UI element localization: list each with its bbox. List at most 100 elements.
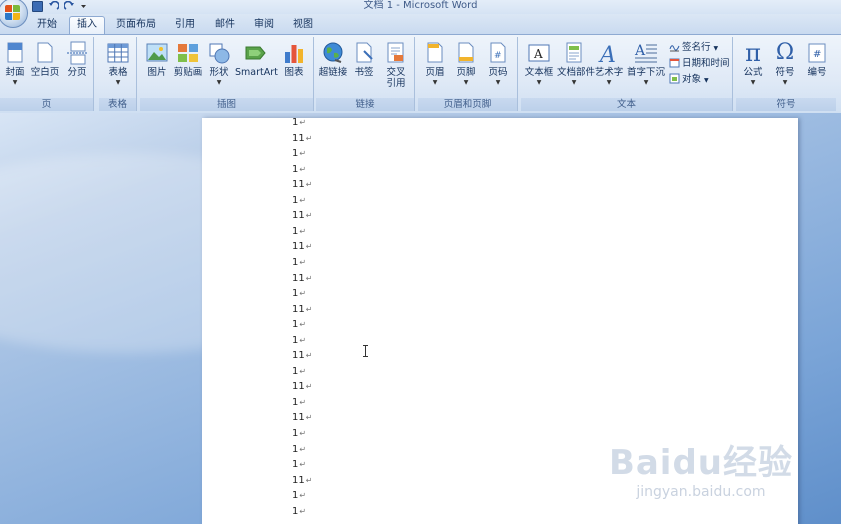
paragraph-mark-icon: ↵ (299, 226, 307, 236)
cross-reference-label: 交叉 引用 (386, 67, 406, 89)
document-line[interactable]: 11↵ (292, 302, 312, 317)
document-line[interactable]: 1↵ (292, 146, 306, 161)
document-line[interactable]: 1↵ (292, 224, 306, 239)
document-line[interactable]: 1↵ (292, 364, 306, 379)
document-line[interactable]: 1↵ (292, 426, 306, 441)
document-line[interactable]: 1↵ (292, 395, 306, 410)
text-box-icon: A (527, 41, 551, 65)
paragraph-mark-icon: ↵ (299, 397, 307, 407)
tab-review[interactable]: 审阅 (247, 17, 281, 34)
document-line[interactable]: 11↵ (292, 271, 312, 286)
group-illustrations: 图片 剪贴画 形状 ▼ SmartArt 图表 插图 (140, 37, 314, 111)
table-button[interactable]: 表格 ▼ (102, 41, 134, 86)
document-line[interactable]: 1↵ (292, 457, 306, 472)
document-line-text: 1 (292, 334, 299, 346)
document-line[interactable]: 1↵ (292, 162, 306, 177)
shapes-button[interactable]: 形状 ▼ (206, 41, 232, 86)
omega-icon: Ω (775, 40, 795, 65)
tab-references[interactable]: 引用 (168, 17, 202, 34)
cross-reference-button[interactable]: 交叉 引用 (380, 41, 412, 89)
chart-icon (282, 41, 306, 65)
group-label-symbols: 符号 (736, 98, 836, 111)
paragraph-mark-icon: ↵ (299, 335, 307, 345)
dropdown-arrow-icon: ▼ (571, 79, 577, 86)
tab-insert[interactable]: 插入 (69, 16, 105, 34)
document-line-text: 1 (292, 288, 299, 300)
document-line-text: 1 (292, 505, 299, 517)
document-line[interactable]: 11↵ (292, 131, 312, 146)
tab-mailings[interactable]: 邮件 (208, 17, 242, 34)
picture-button[interactable]: 图片 (143, 41, 171, 79)
document-line[interactable]: 11↵ (292, 177, 312, 192)
ribbon: 封面 ▼ 空白页 分页 页 表格 ▼ 表格 图片 剪贴画 形状 ▼ SmartA… (0, 34, 841, 114)
drop-cap-icon: A (634, 41, 658, 65)
document-line-text: 1 (292, 225, 299, 237)
table-icon (106, 41, 130, 65)
document-line-text: 11 (292, 350, 305, 362)
date-time-button[interactable]: 日期和时间 (669, 57, 730, 71)
tab-page-layout[interactable]: 页面布局 (112, 17, 160, 34)
document-line[interactable]: 1↵ (292, 255, 306, 270)
smartart-icon (244, 41, 268, 65)
tab-view[interactable]: 视图 (286, 17, 320, 34)
document-line[interactable]: 1↵ (292, 333, 306, 348)
group-label-links: 链接 (316, 98, 414, 111)
document-line[interactable]: 1↵ (292, 488, 306, 503)
document-line-text: 11 (292, 132, 305, 144)
document-workspace: 1↵ 11↵ 1↵ 1↵ 11↵ 1↵ 11↵ 1↵ 11↵ 1↵ 11↵ 1↵ 11↵ 1↵ 1↵ 11↵ 1… (0, 113, 841, 524)
smartart-button[interactable]: SmartArt (235, 41, 278, 79)
window-title: 文档 1 - Microsoft Word (363, 0, 478, 11)
wordart-button[interactable]: A 艺术字 ▼ (593, 41, 625, 86)
object-button[interactable]: 对象 ▼ (669, 73, 709, 87)
document-line[interactable]: 11↵ (292, 208, 312, 223)
shapes-icon (207, 41, 231, 65)
document-line[interactable]: 1↵ (292, 317, 306, 332)
tab-home[interactable]: 开始 (30, 17, 64, 34)
text-box-button[interactable]: A 文本框 ▼ (523, 41, 555, 86)
drop-cap-button[interactable]: A 首字下沉 ▼ (627, 41, 665, 86)
document-line[interactable]: 11↵ (292, 473, 312, 488)
dropdown-arrow-icon: ▼ (782, 79, 788, 86)
document-line-text: 1 (292, 319, 299, 331)
bookmark-button[interactable]: 书签 (351, 41, 377, 79)
cross-reference-icon (384, 41, 408, 65)
page-number-button[interactable]: # 页码 ▼ (484, 41, 512, 86)
group-label-tables: 表格 (99, 98, 136, 111)
dropdown-arrow-icon: ▼ (713, 45, 719, 52)
chart-button[interactable]: 图表 (280, 41, 308, 79)
clip-art-button[interactable]: 剪贴画 (172, 41, 204, 79)
page-break-button[interactable]: 分页 (63, 41, 91, 79)
dropdown-arrow-icon: ▼ (432, 79, 438, 86)
paragraph-mark-icon: ↵ (305, 273, 313, 283)
footer-button[interactable]: 页脚 ▼ (452, 41, 480, 86)
document-line[interactable]: 11↵ (292, 348, 312, 363)
hyperlink-globe-icon (321, 41, 345, 65)
cover-page-button[interactable]: 封面 ▼ (2, 41, 28, 86)
blank-page-button[interactable]: 空白页 (29, 41, 61, 79)
document-line[interactable]: 1↵ (292, 193, 306, 208)
document-line[interactable]: 11↵ (292, 410, 312, 425)
paragraph-mark-icon: ↵ (299, 164, 307, 174)
hyperlink-button[interactable]: 超链接 (317, 41, 349, 79)
wordart-icon: A (597, 41, 621, 68)
document-line[interactable]: 11↵ (292, 239, 312, 254)
document-line[interactable]: 11↵ (292, 379, 312, 394)
document-line[interactable]: 1↵ (292, 442, 306, 457)
numbering-button[interactable]: # 编号 (803, 41, 831, 79)
header-button[interactable]: 页眉 ▼ (421, 41, 449, 86)
document-line-text: 11 (292, 272, 305, 284)
document-line-text: 1 (292, 117, 299, 128)
document-line[interactable]: 1↵ (292, 286, 306, 301)
document-line[interactable]: 1↵ (292, 504, 306, 519)
document-line[interactable]: 1↵ (292, 115, 306, 130)
group-pages: 封面 ▼ 空白页 分页 页 (0, 37, 94, 111)
symbol-button[interactable]: Ω 符号 ▼ (771, 40, 799, 87)
number-symbol-icon: # (805, 41, 829, 65)
dropdown-arrow-icon: ▼ (495, 79, 501, 86)
quick-parts-button[interactable]: 文档部件 ▼ (557, 41, 595, 86)
calendar-icon (669, 57, 680, 68)
signature-line-button[interactable]: 签名行 ▼ (669, 41, 718, 55)
group-tables: 表格 ▼ 表格 (99, 37, 137, 111)
paragraph-mark-icon: ↵ (305, 475, 313, 485)
equation-button[interactable]: π 公式 ▼ (739, 41, 767, 86)
